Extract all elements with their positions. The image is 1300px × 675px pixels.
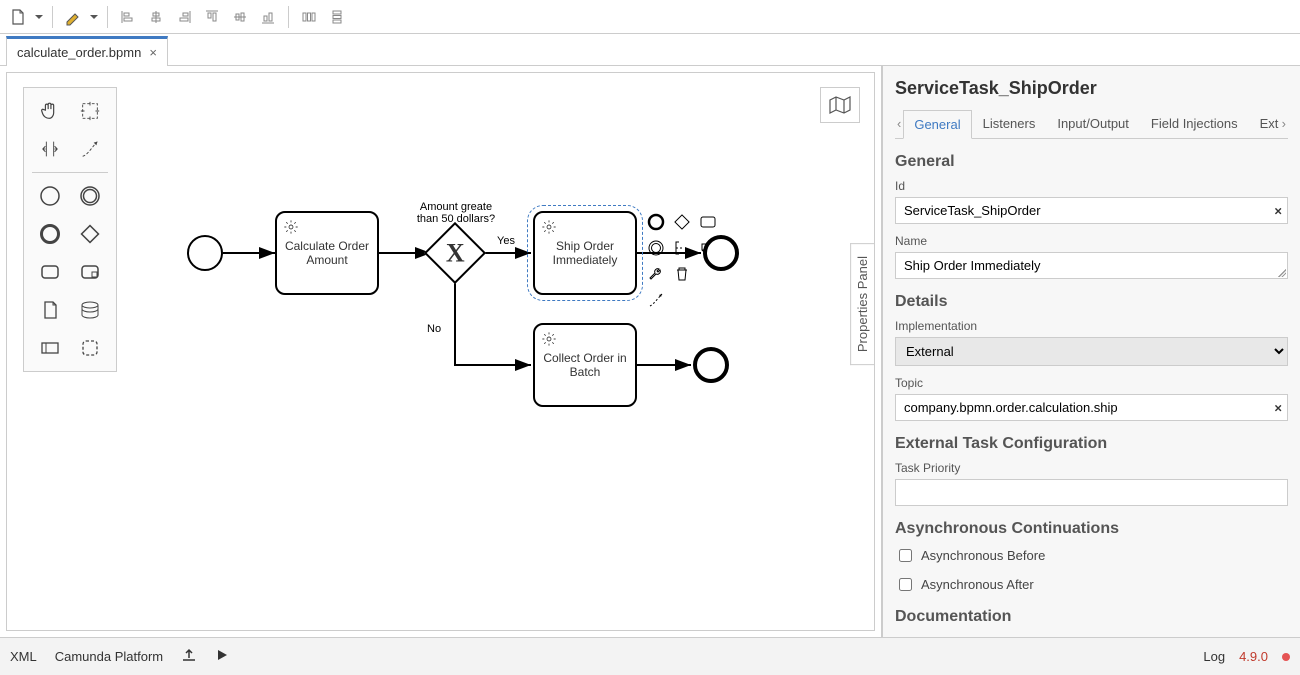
group-details: Details [895, 293, 1288, 311]
dropdown-caret-icon[interactable] [34, 5, 44, 29]
checkbox-label: Asynchronous Before [921, 548, 1045, 563]
properties-panel: ServiceTask_ShipOrder ‹ General Listener… [882, 66, 1300, 637]
topic-input[interactable] [895, 394, 1288, 421]
service-task-icon [541, 331, 557, 350]
file-tabs: calculate_order.bpmn × [0, 34, 1300, 66]
ctx-delete-icon[interactable] [671, 263, 693, 285]
tab-field-injections[interactable]: Field Injections [1140, 109, 1249, 138]
bpmn-canvas[interactable]: Properties Panel Calc [6, 72, 875, 631]
resize-handle-icon[interactable] [1278, 269, 1286, 277]
properties-tabs: ‹ General Listeners Input/Output Field I… [895, 109, 1288, 139]
end-event-2[interactable] [693, 347, 729, 383]
id-input[interactable] [895, 197, 1288, 224]
run-icon[interactable] [215, 648, 229, 665]
group-general: General [895, 153, 1288, 171]
checkbox-input[interactable] [899, 549, 912, 562]
tab-listeners[interactable]: Listeners [972, 109, 1047, 138]
async-after-checkbox[interactable]: Asynchronous After [895, 575, 1288, 594]
task-label: Calculate Order Amount [283, 239, 371, 267]
marker-button[interactable] [61, 5, 85, 29]
distribute-v-button[interactable] [325, 5, 349, 29]
diagram-connectors [7, 73, 867, 631]
group-external-task-config: External Task Configuration [895, 435, 1288, 453]
task-label: Collect Order in Batch [541, 351, 629, 379]
end-event-1[interactable] [703, 235, 739, 271]
group-async: Asynchronous Continuations [895, 520, 1288, 538]
toolbar-separator [52, 6, 53, 28]
align-right-button[interactable] [172, 5, 196, 29]
flow-label-yes: Yes [497, 235, 515, 247]
ctx-append-intermediate-icon[interactable] [645, 237, 667, 259]
label-implementation: Implementation [895, 319, 1288, 333]
ctx-append-task-icon[interactable] [697, 211, 719, 233]
toolbar-separator [107, 6, 108, 28]
xml-toggle[interactable]: XML [10, 649, 37, 664]
flow-label-no: No [427, 323, 441, 335]
align-top-button[interactable] [200, 5, 224, 29]
canvas-wrap: Properties Panel Calc [0, 66, 882, 637]
app-toolbar [0, 0, 1300, 34]
clear-icon[interactable]: × [1274, 400, 1282, 415]
label-name: Name [895, 234, 1288, 248]
update-indicator-icon [1282, 653, 1290, 661]
main-area: Properties Panel Calc [0, 66, 1300, 637]
log-toggle[interactable]: Log [1203, 649, 1225, 664]
version-label: 4.9.0 [1239, 649, 1268, 664]
ctx-connect-icon[interactable] [645, 289, 667, 311]
clear-icon[interactable]: × [1274, 203, 1282, 218]
properties-title: ServiceTask_ShipOrder [895, 78, 1288, 99]
label-id: Id [895, 179, 1288, 193]
ctx-append-gateway-icon[interactable] [671, 211, 693, 233]
task-ship-order[interactable]: Ship Order Immediately [533, 211, 637, 295]
platform-label[interactable]: Camunda Platform [55, 649, 163, 664]
checkbox-input[interactable] [899, 578, 912, 591]
close-icon[interactable]: × [149, 45, 157, 60]
tab-extensions[interactable]: Extensions [1249, 109, 1280, 138]
start-event[interactable] [187, 235, 223, 271]
toolbar-separator [288, 6, 289, 28]
task-calculate-order[interactable]: Calculate Order Amount [275, 211, 379, 295]
deploy-icon[interactable] [181, 647, 197, 666]
ctx-annotation-icon[interactable] [671, 237, 693, 259]
service-task-icon [541, 219, 557, 238]
align-middle-button[interactable] [228, 5, 252, 29]
ctx-append-end-event-icon[interactable] [645, 211, 667, 233]
group-documentation: Documentation [895, 608, 1288, 626]
align-bottom-button[interactable] [256, 5, 280, 29]
dropdown-caret-icon[interactable] [89, 5, 99, 29]
service-task-icon [283, 219, 299, 238]
async-before-checkbox[interactable]: Asynchronous Before [895, 546, 1288, 565]
tab-general[interactable]: General [903, 110, 971, 139]
chevron-left-icon[interactable]: ‹ [895, 116, 903, 131]
label-task-priority: Task Priority [895, 461, 1288, 475]
chevron-right-icon[interactable]: › [1280, 116, 1288, 131]
tab-label: calculate_order.bpmn [17, 45, 141, 60]
align-center-h-button[interactable] [144, 5, 168, 29]
align-left-button[interactable] [116, 5, 140, 29]
task-priority-input[interactable] [895, 479, 1288, 506]
gateway-label: Amount greate than 50 dollars? [411, 201, 501, 225]
tab-input-output[interactable]: Input/Output [1046, 109, 1140, 138]
distribute-h-button[interactable] [297, 5, 321, 29]
label-topic: Topic [895, 376, 1288, 390]
task-collect-batch[interactable]: Collect Order in Batch [533, 323, 637, 407]
status-bar: XML Camunda Platform Log 4.9.0 [0, 637, 1300, 675]
name-input[interactable] [895, 252, 1288, 279]
ctx-wrench-icon[interactable] [645, 263, 667, 285]
task-label: Ship Order Immediately [541, 239, 629, 267]
file-tab[interactable]: calculate_order.bpmn × [6, 36, 168, 66]
checkbox-label: Asynchronous After [921, 577, 1034, 592]
implementation-select[interactable]: External [895, 337, 1288, 366]
new-file-button[interactable] [6, 5, 30, 29]
